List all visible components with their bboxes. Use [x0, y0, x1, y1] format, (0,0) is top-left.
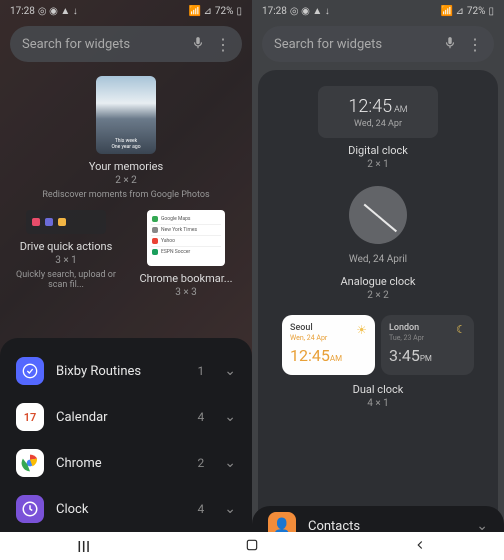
chevron-down-icon: ⌄ [224, 455, 236, 471]
nav-bar: III [0, 532, 504, 560]
widget-memories[interactable]: This week One year ago Your memories 2 ×… [10, 76, 242, 200]
app-row-calendar[interactable]: 17 Calendar 4 ⌄ [0, 394, 252, 440]
app-list: Bixby Routines 1 ⌄ 17 Calendar 4 ⌄ Chrom… [0, 338, 252, 532]
more-icon[interactable]: ⋮ [467, 35, 482, 54]
calendar-icon: 17 [16, 403, 44, 431]
widget-chrome-bookmarks[interactable]: Google Maps New York Times Yahoo ESPN So… [130, 210, 242, 298]
mic-icon[interactable] [443, 35, 457, 54]
widget-digital-clock[interactable]: 12:45AM Wed, 24 Apr Digital clock 2 × 1 [268, 80, 488, 170]
chrome-icon [16, 449, 44, 477]
status-bar: 17:28◎ ◉ ▲ ↓ 📶 ⊿72%▯ [252, 0, 504, 22]
contacts-icon: 👤 [268, 512, 296, 532]
app-list: 👤 Contacts ⌄ [252, 506, 504, 532]
widget-drive[interactable]: Drive quick actions 3 × 1 Quickly search… [10, 210, 122, 298]
search-bar[interactable]: Search for widgets ⋮ [262, 26, 494, 62]
chevron-down-icon: ⌄ [224, 409, 236, 425]
widget-size: 2 × 2 [115, 175, 137, 186]
app-row-chrome[interactable]: Chrome 2 ⌄ [0, 440, 252, 486]
chevron-down-icon: ⌄ [476, 518, 488, 532]
status-bar: 17:28◎ ◉ ▲ ↓ 📶 ⊿72%▯ [0, 0, 252, 22]
moon-icon: ☾ [456, 323, 466, 336]
widget-dual-clock[interactable]: ☀ Seoul Wen, 24 Apr 12:45AM ☾ London Tue… [268, 315, 488, 409]
widget-desc: Rediscover moments from Google Photos [42, 190, 209, 200]
widget-title: Your memories [89, 160, 163, 173]
clock-icon [16, 495, 44, 523]
bixby-icon [16, 357, 44, 385]
app-row-clock[interactable]: Clock 4 ⌄ [0, 486, 252, 532]
chevron-down-icon: ⌄ [224, 363, 236, 379]
back-button[interactable] [383, 537, 457, 556]
widget-analogue-clock[interactable]: Wed, 24 April Analogue clock 2 × 2 [268, 176, 488, 301]
chevron-down-icon: ⌄ [224, 501, 236, 517]
home-button[interactable] [215, 537, 289, 556]
more-icon[interactable]: ⋮ [215, 35, 230, 54]
sun-icon: ☀ [356, 323, 367, 337]
recents-button[interactable]: III [47, 537, 120, 556]
search-input[interactable]: Search for widgets [274, 37, 443, 52]
app-row-bixby[interactable]: Bixby Routines 1 ⌄ [0, 348, 252, 394]
app-row-contacts[interactable]: 👤 Contacts ⌄ [252, 510, 504, 532]
search-input[interactable]: Search for widgets [22, 37, 191, 52]
mic-icon[interactable] [191, 35, 205, 54]
search-bar[interactable]: Search for widgets ⋮ [10, 26, 242, 62]
